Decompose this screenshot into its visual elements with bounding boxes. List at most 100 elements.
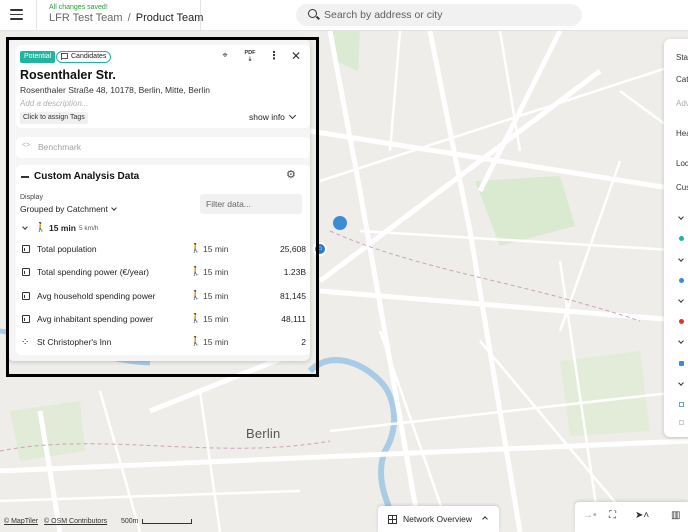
analysis-row[interactable]: Avg inhabitant spending power 🚶 15 min 4… <box>20 309 306 332</box>
candidates-badge[interactable]: Candidates <box>56 51 112 63</box>
analysis-row[interactable]: Total spending power (€/year) 🚶 15 min 1… <box>20 262 306 285</box>
display-select[interactable]: Grouped by Catchment <box>20 204 117 214</box>
pdf-label: PDF <box>244 50 256 56</box>
row-name: Avg inhabitant spending power <box>37 313 154 324</box>
status-badge[interactable]: Potential <box>20 51 56 63</box>
map-attribution: © MapTiler © OSM Contributors <box>4 518 111 525</box>
display-select-value: Grouped by Catchment <box>20 204 108 214</box>
chevron-down-icon[interactable] <box>678 380 684 386</box>
breadcrumb-team[interactable]: LFR Test Team <box>49 12 123 24</box>
chevron-up-icon <box>482 516 488 522</box>
location-title: Rosenthaler Str. <box>20 68 116 82</box>
row-name: Total population <box>37 244 97 254</box>
analysis-row[interactable]: Avg household spending power 🚶 15 min 81… <box>20 286 306 309</box>
chevron-down-icon[interactable] <box>678 256 684 262</box>
location-pin-icon[interactable]: ⌖ <box>217 50 233 64</box>
network-overview-label: Network Overview <box>403 514 472 524</box>
flag-icon <box>61 53 68 60</box>
focus-icon[interactable]: ⛶ <box>609 510 616 521</box>
chevron-down-icon <box>111 205 117 211</box>
layers-item[interactable]: Hea <box>676 129 688 138</box>
custom-analysis-title: Custom Analysis Data <box>34 171 140 182</box>
breadcrumb-project[interactable]: Product Team <box>136 12 204 24</box>
gear-icon[interactable]: ⚙ <box>286 168 296 181</box>
chevron-down-icon[interactable] <box>678 214 684 220</box>
row-time: 15 min <box>203 290 229 301</box>
filter-data-input[interactable] <box>200 194 302 214</box>
osm-link[interactable]: © OSM Contributors <box>44 518 107 525</box>
chart-icon <box>22 245 30 253</box>
row-value: 1.23B <box>283 267 306 278</box>
walking-icon: 🚶 <box>35 222 47 232</box>
layers-item[interactable]: Cus <box>676 183 688 192</box>
row-name: Avg household spending power <box>37 290 156 301</box>
route-icon[interactable]: →• <box>583 510 597 521</box>
walking-icon: 🚶 <box>190 266 202 277</box>
map-scale-bar <box>142 519 192 524</box>
walking-icon: 🚶 <box>190 289 202 300</box>
map-city-label: Berlin <box>246 426 281 441</box>
code-icon: <> <box>22 142 31 149</box>
benchmark-card[interactable]: <> Benchmark <box>16 137 310 158</box>
cursor-icon[interactable]: ➤˄ <box>635 510 649 521</box>
row-name: Total spending power (€/year) <box>37 267 149 278</box>
search-bar[interactable] <box>296 4 582 26</box>
walking-icon: 🚶 <box>190 336 202 347</box>
chevron-down-icon[interactable] <box>678 297 684 303</box>
layers-item[interactable]: Cat <box>676 75 688 84</box>
analysis-row[interactable]: Total population 🚶 15 min 25,608 <box>20 239 306 262</box>
location-address: Rosenthaler Straße 48, 10178, Berlin, Mi… <box>20 85 210 95</box>
chevron-down-icon <box>288 111 296 120</box>
layer-square-icon <box>679 402 684 407</box>
row-time: 15 min <box>203 244 229 254</box>
top-bar: All changes saved! LFR Test Team / Produ… <box>0 0 688 31</box>
row-time: 15 min <box>203 337 229 348</box>
candidates-badge-label: Candidates <box>71 53 107 60</box>
layer-dot-icon <box>679 278 684 283</box>
chart-icon <box>22 314 30 323</box>
layers-panel: Sta Cat Adv Hea Loc Cus <box>664 39 688 437</box>
chevron-down-icon <box>22 224 28 230</box>
chevron-down-icon[interactable] <box>678 338 684 344</box>
pdf-export-button[interactable]: PDF ⤓ <box>242 50 258 64</box>
layer-dot-icon <box>679 319 684 324</box>
row-value: 25,608 <box>280 244 306 254</box>
grid-icon <box>388 515 397 524</box>
show-info-toggle[interactable]: show info <box>249 111 296 122</box>
row-value: 2 <box>301 337 306 348</box>
row-time: 15 min <box>203 313 229 324</box>
search-input[interactable] <box>324 7 564 23</box>
location-marker[interactable] <box>333 216 347 230</box>
walking-icon: 🚶 <box>190 243 202 253</box>
menu-icon[interactable] <box>10 9 23 20</box>
save-status: All changes saved! <box>49 4 108 11</box>
map-toolbar: →• ⛶ ➤˄ ▥ <box>575 502 688 532</box>
map-scale-label: 500m <box>121 518 139 525</box>
search-icon <box>308 9 317 18</box>
analysis-row[interactable]: St Christopher's Inn 🚶 15 min 2 <box>20 332 306 355</box>
layers-item[interactable]: Adv <box>676 99 688 108</box>
selected-location-marker[interactable]: ⌂ <box>313 242 327 256</box>
walking-icon: 🚶 <box>190 312 202 323</box>
assign-tags-button[interactable]: Click to assign Tags <box>20 112 88 124</box>
project-header: All changes saved! LFR Test Team / Produ… <box>36 0 203 31</box>
network-overview-button[interactable]: Network Overview <box>378 506 499 532</box>
row-name: St Christopher's Inn <box>37 337 112 348</box>
description-field[interactable]: Add a description... <box>20 99 88 108</box>
maptiler-link[interactable]: © MapTiler <box>4 518 38 525</box>
row-value: 48,111 <box>281 313 306 324</box>
show-info-label: show info <box>249 112 285 122</box>
collapse-icon[interactable] <box>21 176 29 178</box>
layers-item[interactable]: Loc <box>676 159 688 168</box>
benchmark-label: Benchmark <box>38 142 81 152</box>
custom-analysis-card: Custom Analysis Data ⚙ Display Grouped b… <box>16 165 310 355</box>
layer-dot-icon <box>679 236 684 241</box>
layers-item[interactable]: Sta <box>676 53 688 62</box>
breadcrumb: LFR Test Team / Product Team <box>49 12 203 24</box>
chart-icon <box>22 268 30 277</box>
map-icon[interactable]: ▥ <box>671 510 680 521</box>
chart-icon <box>22 291 30 300</box>
more-vert-icon[interactable]: ⋮ <box>266 50 282 64</box>
location-panel: Potential Candidates ⌖ PDF ⤓ ⋮ ✕ Rosentha… <box>8 39 310 361</box>
close-icon[interactable]: ✕ <box>288 50 304 64</box>
